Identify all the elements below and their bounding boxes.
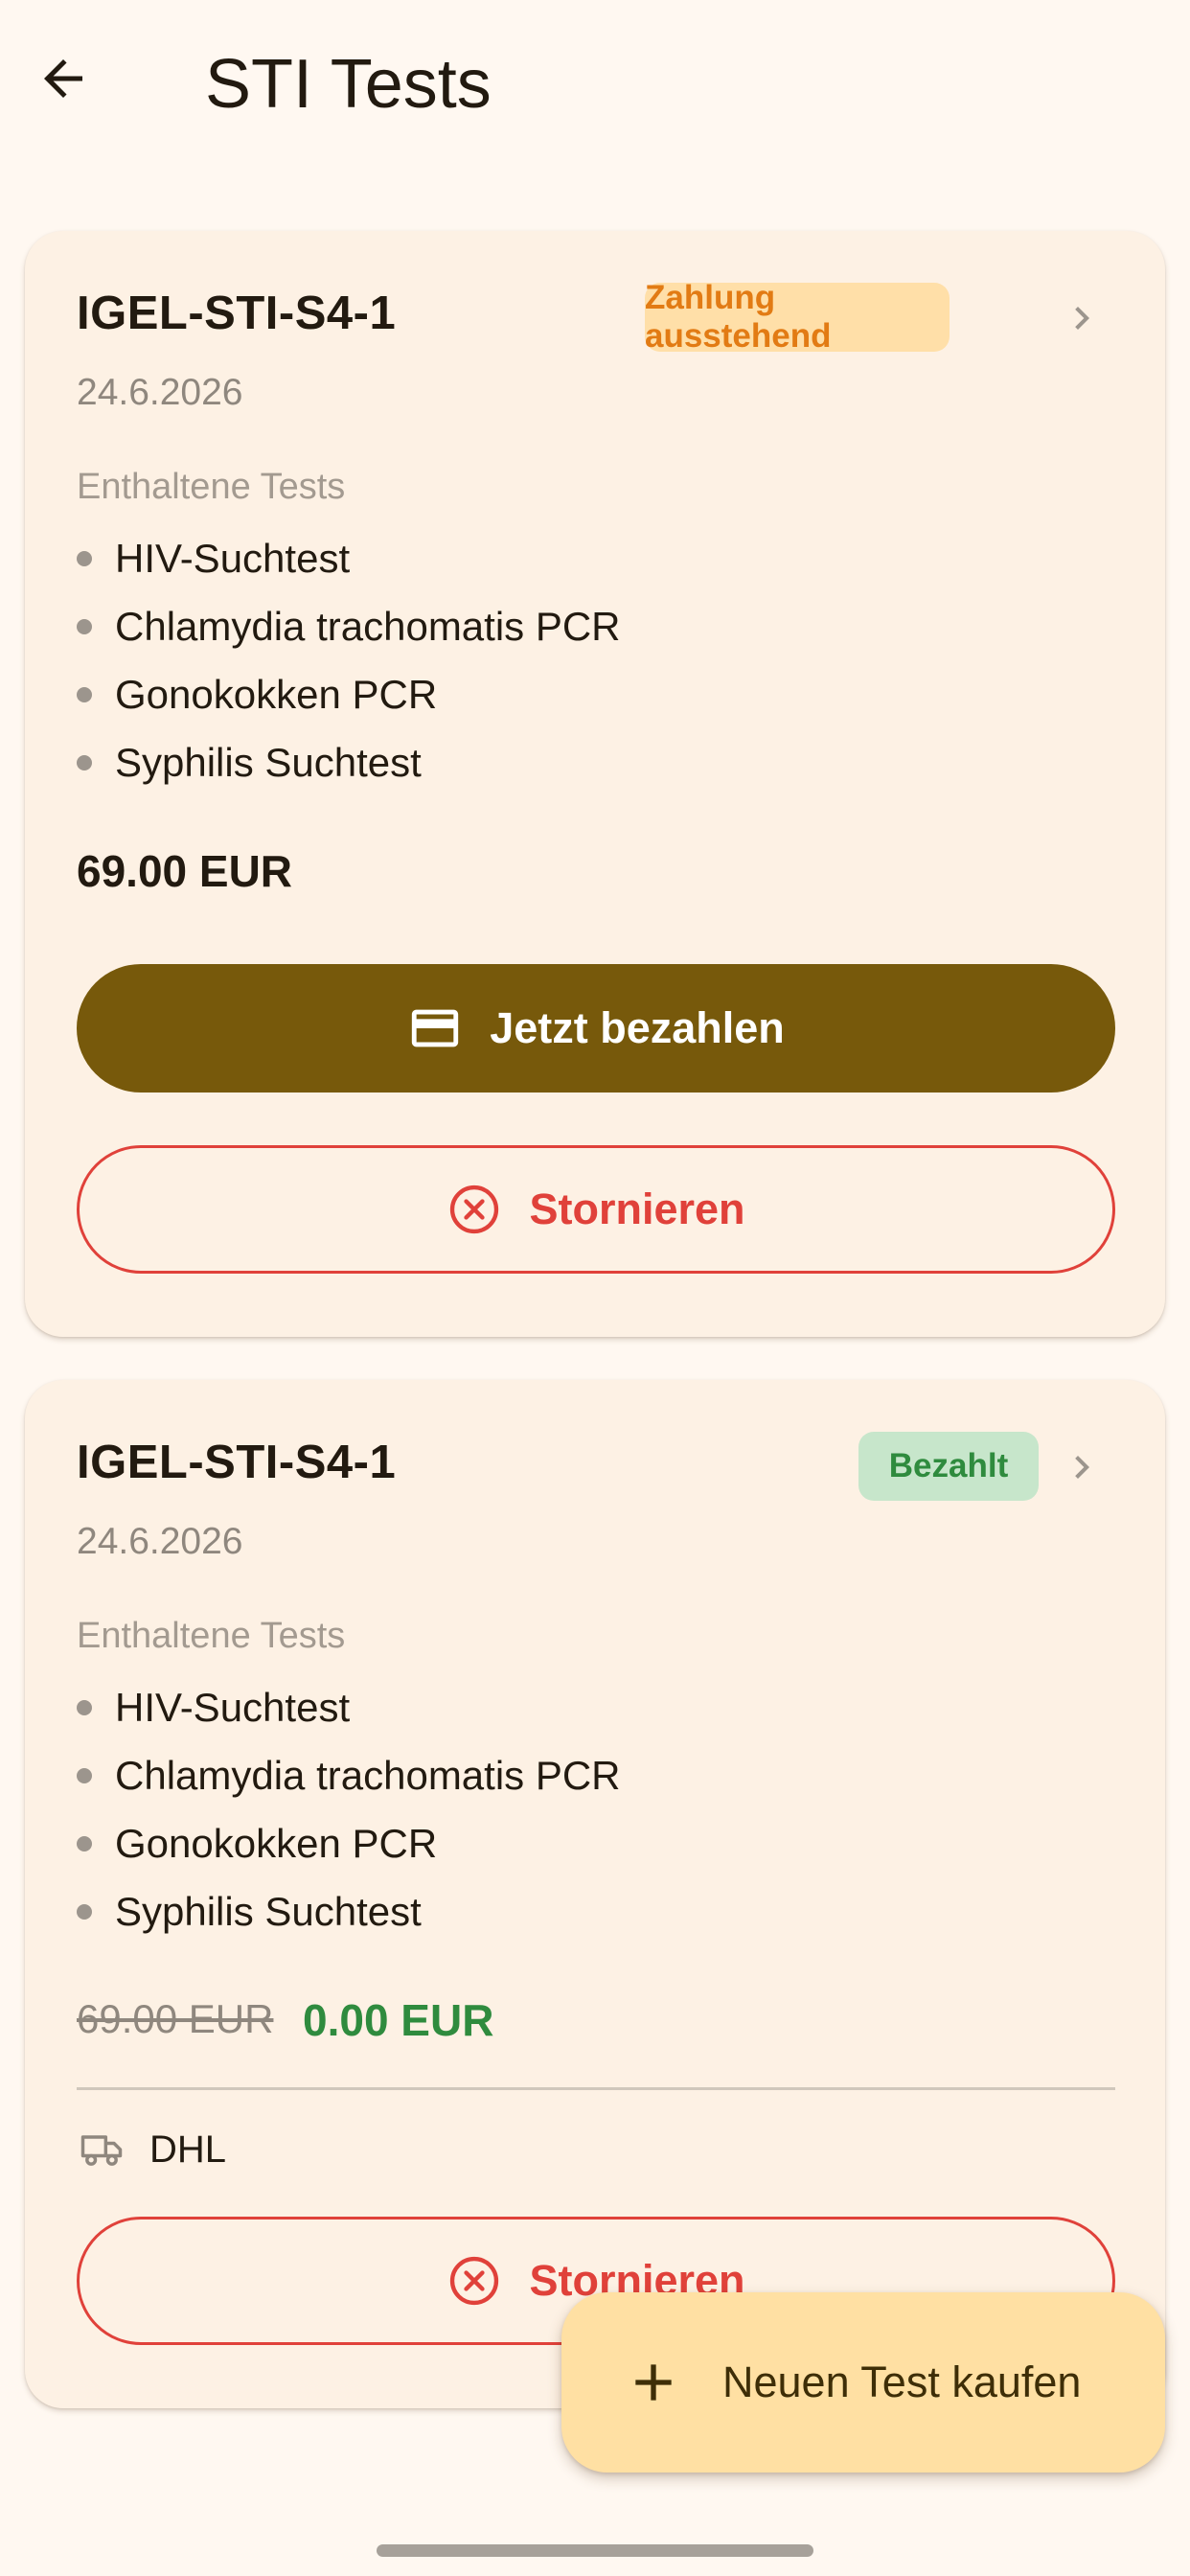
status-badge: Bezahlt (858, 1432, 1039, 1501)
app-bar: STI Tests (0, 0, 1190, 172)
bullet (77, 619, 92, 634)
arrow-left-icon (44, 59, 82, 98)
page-title: STI Tests (205, 46, 492, 123)
chevron-right-icon[interactable] (1056, 1441, 1108, 1493)
bullet (77, 1836, 92, 1852)
cancel-label: Stornieren (529, 1184, 745, 1233)
status-badge: Zahlung ausstehend (645, 279, 950, 355)
list-item: Gonokokken PCR (77, 666, 437, 724)
bullet (77, 755, 92, 770)
test-name: Chlamydia trachomatis PCR (115, 1753, 621, 1798)
order-code: IGEL-STI-S4-1 (77, 288, 397, 339)
discounted-price: 0.00 EUR (303, 1995, 494, 2045)
pay-now-label: Jetzt bezahlen (490, 1003, 785, 1052)
fab-label: Neuen Test kaufen (722, 2358, 1082, 2406)
test-name: Chlamydia trachomatis PCR (115, 604, 621, 649)
bullet (77, 687, 92, 702)
truck-icon (80, 2135, 123, 2166)
cancel-circle-icon (450, 1184, 499, 1234)
price: 69.00 EUR (77, 846, 293, 896)
buy-new-test-fab[interactable]: Neuen Test kaufen (561, 2292, 1165, 2472)
credit-card-icon (412, 1009, 459, 1047)
tests-label: Enthaltene Tests (77, 1616, 346, 1656)
shipping-info: DHL (77, 2121, 226, 2178)
bullet (77, 1904, 92, 1920)
cancel-circle-icon (450, 2256, 499, 2306)
order-code: IGEL-STI-S4-1 (77, 1437, 397, 1488)
list-item: HIV-Suchtest (77, 530, 350, 587)
order-card[interactable]: IGEL-STI-S4-1 Zahlung ausstehend 24.6.20… (25, 231, 1165, 1337)
bullet (77, 1700, 92, 1715)
chevron-right-icon[interactable] (1056, 292, 1108, 344)
list-item: Gonokokken PCR (77, 1815, 437, 1873)
list-item: Syphilis Suchtest (77, 1883, 422, 1941)
tests-label: Enthaltene Tests (77, 467, 346, 507)
order-date: 24.6.2026 (77, 1521, 243, 1562)
test-name: Gonokokken PCR (115, 1821, 438, 1866)
pay-now-button[interactable]: Jetzt bezahlen (77, 964, 1115, 1092)
plus-icon (635, 2364, 672, 2401)
cancel-button[interactable]: Stornieren (77, 1145, 1115, 1274)
test-name: Syphilis Suchtest (115, 740, 422, 785)
list-item: Chlamydia trachomatis PCR (77, 598, 621, 656)
test-name: HIV-Suchtest (115, 1685, 351, 1730)
original-price: 69.00 EUR (77, 1996, 274, 2041)
divider (77, 2087, 1115, 2090)
order-date: 24.6.2026 (77, 372, 243, 413)
test-name: Syphilis Suchtest (115, 1889, 422, 1934)
home-indicator[interactable] (377, 2544, 813, 2557)
back-button[interactable] (23, 38, 103, 119)
list-item: Chlamydia trachomatis PCR (77, 1747, 621, 1805)
shipping-carrier: DHL (149, 2128, 227, 2171)
list-item: Syphilis Suchtest (77, 734, 422, 792)
bullet (77, 551, 92, 566)
list-item: HIV-Suchtest (77, 1679, 350, 1736)
test-name: Gonokokken PCR (115, 672, 438, 717)
bullet (77, 1768, 92, 1783)
test-name: HIV-Suchtest (115, 536, 351, 581)
order-card[interactable]: IGEL-STI-S4-1 Bezahlt 24.6.2026 Enthalte… (25, 1380, 1165, 2408)
